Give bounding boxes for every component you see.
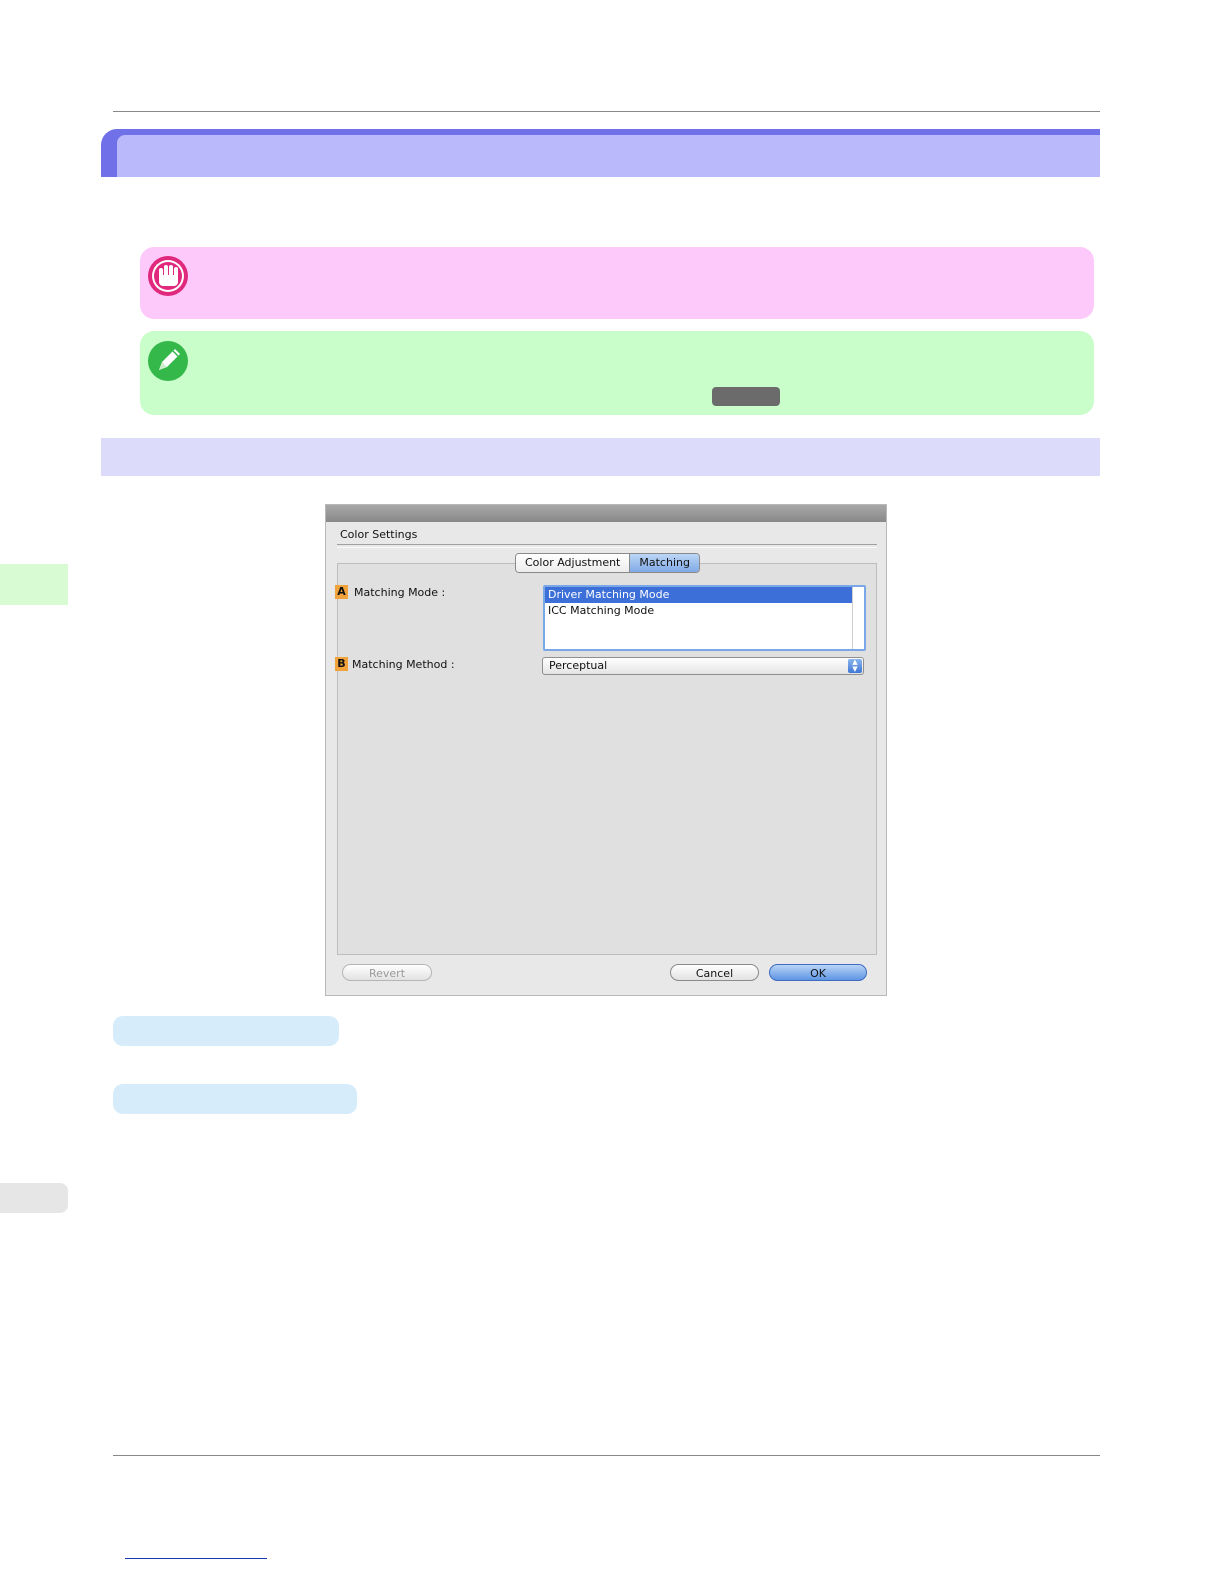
list-item-driver-matching-mode[interactable]: Driver Matching Mode [545,587,852,603]
page-side-tab [0,1183,68,1213]
important-hand-icon [148,256,188,296]
page-title-bar [101,129,1100,177]
list-scrollbar[interactable] [852,587,864,649]
option-heading-pill-a [113,1016,339,1046]
top-rule [113,111,1100,112]
dialog-separator [337,544,877,548]
color-settings-dialog: Color Settings Color Adjustment Matching… [325,504,887,996]
dialog-title: Color Settings [340,528,418,541]
tab-matching[interactable]: Matching [630,554,699,572]
callout-badge-b: B [335,657,348,671]
callout-badge-a: A [335,585,348,599]
chapter-side-tab [0,564,68,605]
note-pencil-icon [148,341,188,381]
matching-mode-label: Matching Mode : [354,586,446,599]
matching-method-label: Matching Method : [352,658,455,671]
option-heading-pill-b [113,1084,357,1114]
cancel-button[interactable]: Cancel [670,964,759,981]
tab-color-adjustment[interactable]: Color Adjustment [516,554,631,572]
page-title-bar-inner [117,135,1100,177]
dialog-tabs: Color Adjustment Matching [515,553,700,573]
dialog-title-bar [326,505,886,522]
section-heading-bar [101,438,1100,476]
note-box [140,331,1094,415]
matching-method-value: Perceptual [549,659,608,672]
matching-method-select[interactable]: Perceptual ▲ ▼ [542,657,864,675]
footer-link-underline[interactable] [125,1558,267,1559]
keyboard-key [712,387,780,406]
ok-button[interactable]: OK [769,964,867,981]
bottom-rule [113,1455,1100,1456]
list-item-icc-matching-mode[interactable]: ICC Matching Mode [545,603,852,619]
important-box [140,247,1094,319]
select-arrows-icon: ▲ ▼ [848,659,862,673]
revert-button[interactable]: Revert [342,964,432,981]
matching-mode-list[interactable]: Driver Matching Mode ICC Matching Mode [543,585,866,651]
